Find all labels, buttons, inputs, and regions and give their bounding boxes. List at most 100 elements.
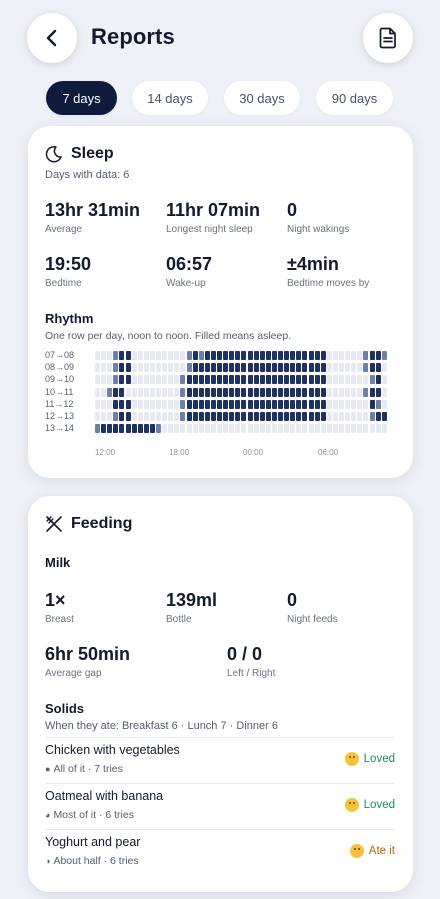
- rhythm-cell: [357, 424, 363, 434]
- milk-gap-value: 6hr 50min: [45, 644, 131, 664]
- rhythm-cell: [351, 399, 357, 409]
- rhythm-cell: [326, 375, 332, 385]
- rhythm-cell: [259, 424, 265, 434]
- back-button[interactable]: [27, 13, 77, 63]
- rhythm-cell: [180, 412, 186, 421]
- rhythm-cell: [198, 412, 204, 421]
- rhythm-cell: [375, 387, 381, 397]
- portion-icon: ●: [45, 764, 51, 774]
- rhythm-cell: [125, 375, 131, 385]
- days-with-data: Days with data: 6: [45, 169, 130, 181]
- rhythm-cell: [351, 363, 357, 373]
- rhythm-cell: [332, 387, 338, 397]
- food-item[interactable]: Yoghurt and pear ◑ About half · 6 tries A…: [45, 830, 395, 876]
- rhythm-cell: [162, 375, 168, 385]
- rhythm-cell: [265, 351, 271, 360]
- milk-night-feeds-value: 0: [287, 590, 298, 610]
- rhythm-cell: [107, 387, 113, 397]
- reaction-badge: Ate it: [349, 844, 395, 858]
- rhythm-cell: [198, 424, 204, 434]
- tab-7-days[interactable]: 7 days: [46, 81, 117, 115]
- rhythm-cell: [204, 412, 210, 421]
- feeding-title: Feeding: [71, 515, 133, 532]
- rhythm-cell: [101, 387, 107, 397]
- tab-14-days[interactable]: 14 days: [132, 81, 208, 115]
- rhythm-cell: [119, 387, 125, 397]
- rhythm-cell: [223, 399, 229, 409]
- rhythm-cell: [253, 375, 259, 385]
- stat-bedtime-label: Bedtime: [45, 278, 82, 289]
- rhythm-cell: [290, 363, 296, 373]
- rhythm-cell: [369, 399, 375, 409]
- rhythm-cell: [259, 375, 265, 385]
- rhythm-cell: [131, 363, 137, 373]
- rhythm-cell: [198, 399, 204, 409]
- rhythm-cell: [180, 424, 186, 434]
- rhythm-cell: [332, 363, 338, 373]
- rhythm-cell: [156, 424, 161, 434]
- rhythm-cell: [296, 387, 302, 397]
- rhythm-cell: [149, 351, 155, 360]
- rhythm-cell: [345, 375, 351, 385]
- rhythm-title: Rhythm: [45, 311, 94, 326]
- rhythm-cell: [308, 424, 314, 434]
- rhythm-cell: [314, 412, 320, 421]
- tick-label: 06:00: [318, 448, 339, 457]
- rhythm-cell: [271, 424, 277, 434]
- sleep-card: Sleep Days with data: 6 13hr 31min Avera…: [28, 126, 413, 478]
- feeding-card: Feeding Milk 1× Breast 139ml Bottle 0 Ni…: [28, 496, 413, 892]
- rhythm-cell: [95, 375, 100, 385]
- rhythm-cell: [198, 387, 204, 397]
- rhythm-cell: [271, 351, 277, 360]
- rhythm-cell: [156, 363, 161, 373]
- rhythm-cell: [381, 387, 387, 397]
- food-detail-text: About half · 6 tries: [53, 855, 139, 867]
- rhythm-row-label: 08→09: [45, 362, 75, 373]
- rhythm-cell: [156, 375, 161, 385]
- rhythm-cell: [339, 399, 344, 409]
- rhythm-cell: [174, 351, 180, 360]
- rhythm-row-label: 13→14: [45, 423, 75, 434]
- rhythm-cell: [119, 424, 125, 434]
- rhythm-cell: [357, 363, 363, 373]
- rhythm-cell: [308, 363, 314, 373]
- tab-30-days[interactable]: 30 days: [224, 81, 300, 115]
- rhythm-cell: [186, 351, 192, 360]
- milk-title: Milk: [45, 555, 71, 570]
- rhythm-row-label: 10→11: [45, 386, 74, 397]
- rhythm-cell: [247, 351, 253, 360]
- stat-bedtime-variance-value: ±4min: [287, 254, 339, 274]
- rhythm-cell: [369, 375, 375, 385]
- tab-90-days[interactable]: 90 days: [316, 81, 393, 115]
- rhythm-cell: [168, 412, 174, 421]
- rhythm-cell: [375, 399, 381, 409]
- rhythm-cell: [363, 363, 369, 373]
- rhythm-cell: [345, 412, 351, 421]
- rhythm-cell: [363, 412, 369, 421]
- rhythm-cell: [180, 351, 186, 360]
- rhythm-cell: [125, 399, 131, 409]
- rhythm-cell: [125, 351, 131, 360]
- rhythm-cell: [217, 363, 222, 373]
- smile-icon: [344, 752, 359, 766]
- milk-bottle-label: Bottle: [166, 614, 192, 625]
- food-item[interactable]: Chicken with vegetables ● All of it · 7 t…: [45, 738, 395, 784]
- rhythm-cell: [162, 363, 168, 373]
- rhythm-cell: [149, 399, 155, 409]
- rhythm-cell: [247, 399, 253, 409]
- rhythm-cell: [137, 387, 143, 397]
- rhythm-cell: [235, 363, 241, 373]
- rhythm-cell: [192, 412, 198, 421]
- rhythm-cell: [143, 424, 149, 434]
- export-report-button[interactable]: [363, 13, 413, 63]
- rhythm-cell: [247, 412, 253, 421]
- stat-average-value: 13hr 31min: [45, 200, 141, 220]
- rhythm-cell: [119, 412, 125, 421]
- tick-label: 12:00: [95, 448, 116, 457]
- food-item[interactable]: Oatmeal with banana ◕ Most of it · 6 trie…: [45, 784, 395, 830]
- rhythm-cell: [339, 387, 344, 397]
- food-detail-text: All of it · 7 tries: [53, 763, 123, 775]
- rhythm-cell: [180, 375, 186, 385]
- rhythm-cell: [168, 363, 174, 373]
- rhythm-cell: [95, 351, 100, 360]
